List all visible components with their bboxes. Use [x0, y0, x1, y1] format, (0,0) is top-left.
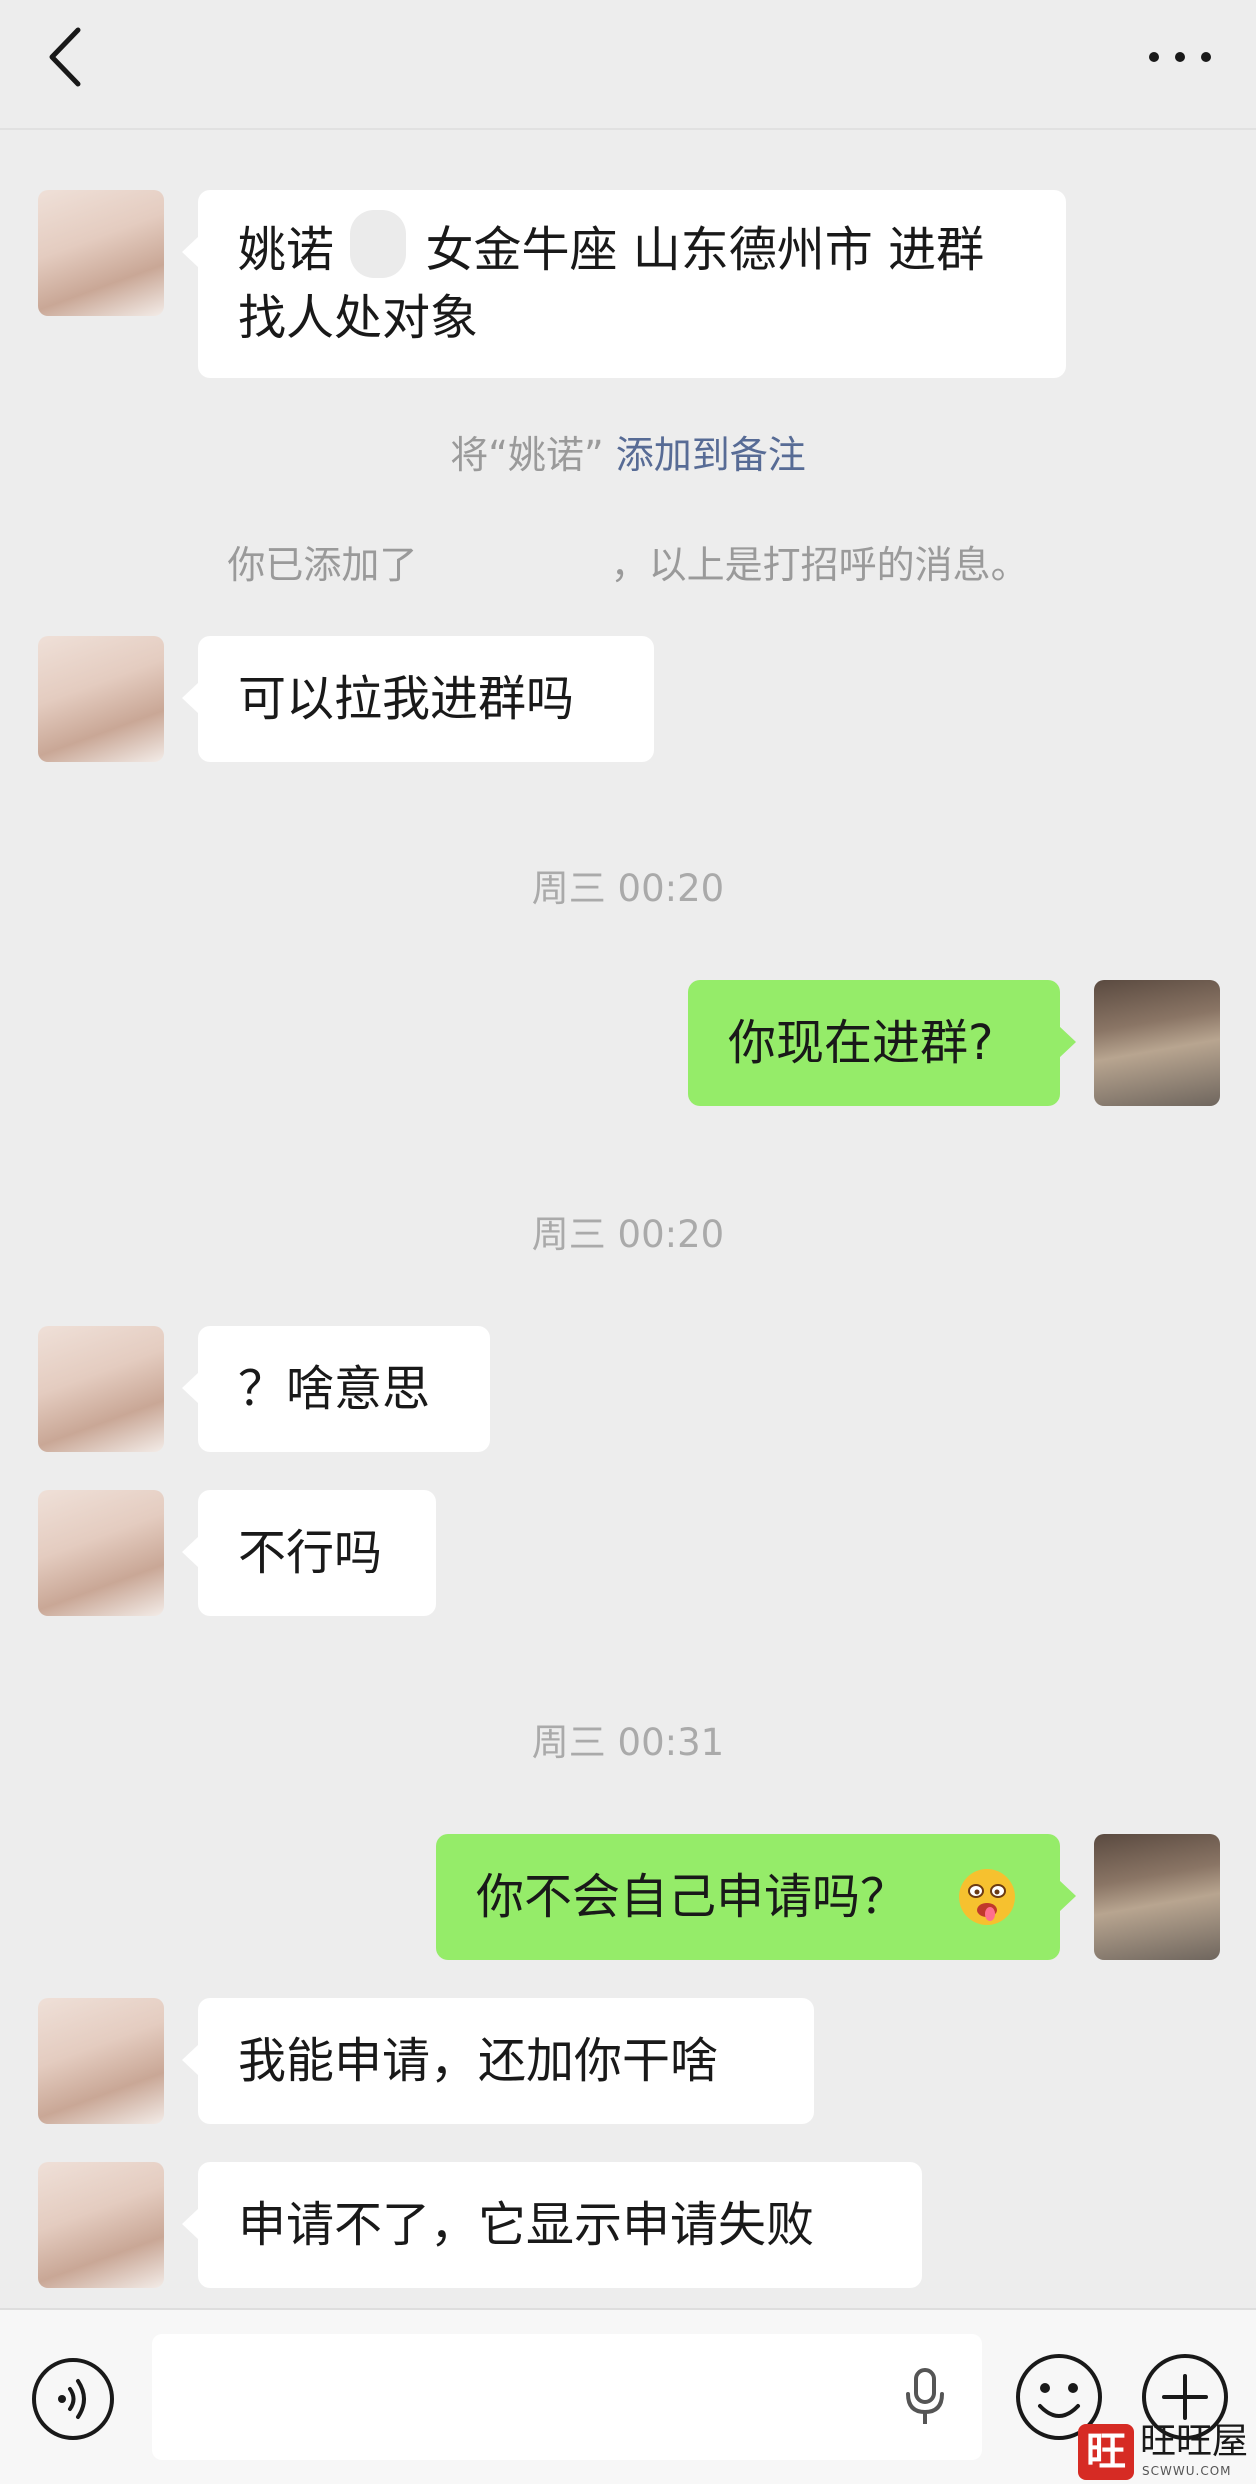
message-text: ？啥意思 — [238, 1361, 431, 1417]
watermark-subtext: SCWWU.COM — [1142, 2464, 1232, 2478]
message-bubble-incoming[interactable]: ？啥意思 — [182, 1326, 490, 1452]
chevron-left-icon — [49, 27, 81, 87]
voice-input-button[interactable] — [900, 2366, 950, 2432]
contact-avatar[interactable] — [38, 1490, 164, 1616]
message-input[interactable] — [152, 2334, 982, 2460]
chat-header — [0, 0, 1256, 130]
message-text: 不行吗 — [238, 1525, 383, 1581]
message-bubble-outgoing[interactable]: 你现在进群? — [688, 980, 1076, 1106]
system-message-add-remark: 将“姚诺” 添加到备注 — [450, 433, 806, 477]
message-text: 你现在进群? — [728, 1015, 994, 1071]
contact-avatar[interactable] — [38, 2162, 164, 2288]
my-avatar[interactable] — [1094, 1834, 1220, 1960]
message-text: 申请不了，它显示申请失败 — [238, 2197, 815, 2253]
input-bar — [0, 2308, 1256, 2484]
timestamp: 周三 00:31 — [531, 1721, 725, 1764]
contact-avatar[interactable] — [38, 1326, 164, 1452]
message-text: 可以拉我进群吗 — [238, 671, 575, 727]
voice-button[interactable] — [30, 2356, 116, 2446]
blurred-name-patch — [350, 210, 406, 278]
message-bubble-incoming[interactable]: 可以拉我进群吗 — [182, 636, 654, 762]
message-list[interactable]: 姚诺 女金牛座 山东德州市 进群找人处对象 将“姚诺” 添加到备注 你已添加了 … — [0, 132, 1256, 2308]
contact-avatar[interactable] — [38, 1998, 164, 2124]
message-text: 你不会自己申请吗？ — [476, 1869, 909, 1925]
more-dots-icon — [1149, 52, 1211, 62]
message-bubble-incoming[interactable]: 姚诺 女金牛座 山东德州市 进群找人处对象 — [182, 190, 1066, 378]
voice-icon — [32, 2358, 114, 2440]
back-button[interactable] — [40, 22, 100, 92]
watermark-text: 旺旺屋 — [1140, 2421, 1249, 2462]
add-remark-link[interactable]: 添加到备注 — [616, 433, 806, 477]
message-bubble-outgoing[interactable]: 你不会自己申请吗？ — [436, 1834, 1076, 1960]
message-bubble-incoming[interactable]: 申请不了，它显示申请失败 — [182, 2162, 922, 2288]
timestamp: 周三 00:20 — [531, 1213, 725, 1256]
contact-avatar[interactable] — [38, 190, 164, 316]
system-message-added: 你已添加了 ，以上是打招呼的消息。 — [227, 543, 1029, 587]
contact-avatar[interactable] — [38, 636, 164, 762]
message-text: 我能申请，还加你干啥 — [238, 2033, 719, 2089]
watermark: 旺 旺旺屋 SCWWU.COM — [1078, 2420, 1256, 2484]
watermark-logo: 旺 — [1078, 2424, 1134, 2480]
my-avatar[interactable] — [1094, 980, 1220, 1106]
drooling-face-emoji — [959, 1869, 1015, 1925]
more-options-button[interactable] — [1140, 30, 1220, 80]
message-bubble-incoming[interactable]: 我能申请，还加你干啥 — [182, 1998, 814, 2124]
message-bubble-incoming[interactable]: 不行吗 — [182, 1490, 436, 1616]
microphone-icon — [906, 2368, 944, 2424]
timestamp: 周三 00:20 — [531, 867, 725, 910]
